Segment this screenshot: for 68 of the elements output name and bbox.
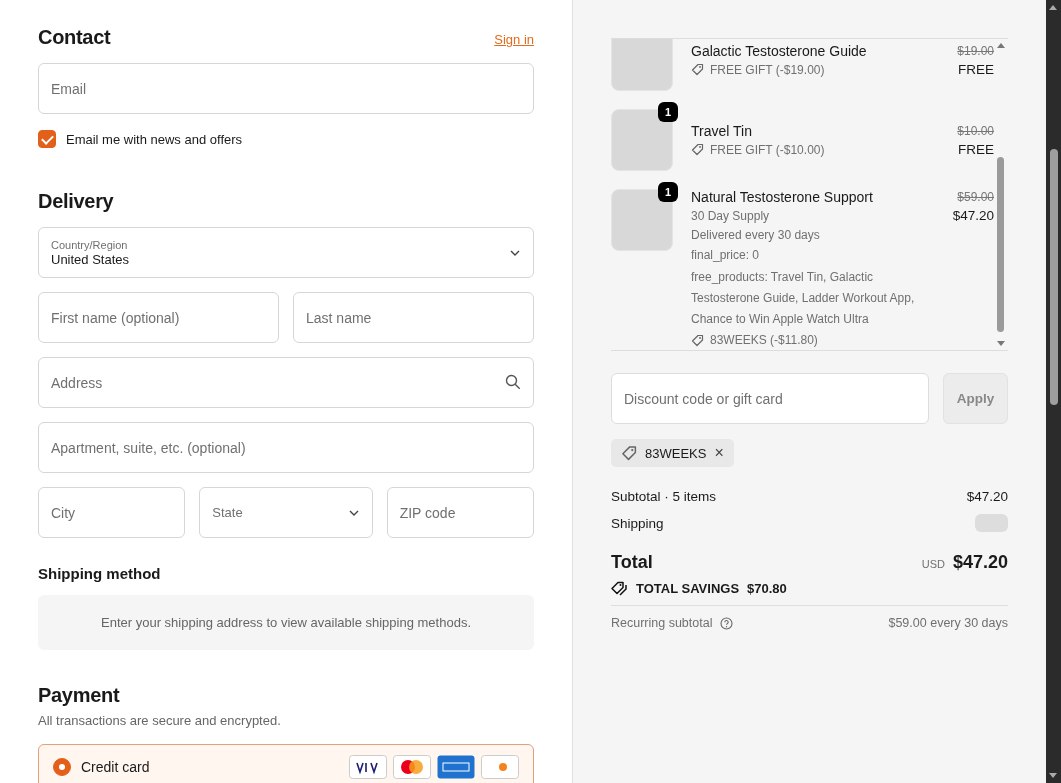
field-label: Country/Region bbox=[51, 238, 129, 251]
scrollbar[interactable] bbox=[1046, 0, 1061, 783]
product-name: Galactic Testosterone Guide bbox=[691, 41, 868, 60]
input-field[interactable]: Address bbox=[38, 357, 534, 408]
price: FREE bbox=[957, 61, 994, 77]
product-detail: Delivered every 30 days bbox=[691, 227, 821, 244]
tags-icon bbox=[611, 581, 628, 596]
tag-icon bbox=[691, 333, 704, 347]
price: FREE bbox=[957, 141, 994, 157]
product-property: final_price: 0 bbox=[691, 247, 761, 264]
savings-label: TOTAL SAVINGS bbox=[636, 581, 740, 596]
total-label: Total bbox=[611, 552, 653, 573]
state-dropdown[interactable]: State bbox=[199, 487, 373, 538]
subtitle: All transactions are secure and encrypted. bbox=[38, 713, 282, 728]
checkbox-label: Email me with news and offers bbox=[66, 131, 243, 147]
subtotal-value: $47.20 bbox=[966, 489, 1008, 504]
search-icon bbox=[505, 374, 521, 390]
input-field[interactable]: Discount code or gift card bbox=[611, 373, 929, 424]
product-name: Natural Testosterone Support bbox=[691, 188, 874, 206]
tag-icon bbox=[691, 63, 704, 76]
option-label: Credit card bbox=[81, 759, 150, 775]
remove-button[interactable]: × bbox=[714, 445, 724, 461]
original-price: $19.00 bbox=[957, 43, 994, 58]
input-field[interactable]: Apartment, suite, etc. (optional) bbox=[38, 422, 534, 473]
section-heading: Delivery bbox=[38, 190, 115, 213]
savings-value: $70.80 bbox=[747, 581, 787, 596]
product-name: Travel Tin bbox=[691, 121, 753, 140]
info-message: Enter your shipping address to view available shipping methods. bbox=[38, 595, 534, 650]
radio-button[interactable] bbox=[53, 758, 71, 776]
input-field[interactable]: City bbox=[38, 487, 186, 538]
input-field[interactable]: ZIP code bbox=[386, 487, 534, 538]
input-field[interactable]: Last name bbox=[293, 292, 534, 343]
tag-icon bbox=[691, 143, 704, 156]
photo-placeholder bbox=[611, 189, 673, 251]
quantity-badge: 1 bbox=[658, 102, 678, 122]
product-property: free_products: Travel Tin, Galactic Testosterone Guide, Ladder Workout App, Chance to Win Apple Watch Ultra bbox=[691, 269, 916, 328]
section-heading: Contact bbox=[38, 26, 111, 49]
discount-code: 83WEEKS bbox=[645, 445, 707, 461]
card-logo-icon bbox=[393, 755, 431, 779]
payment-option[interactable]: Credit card bbox=[38, 744, 534, 783]
recurring-label: Recurring subtotal bbox=[611, 616, 713, 630]
loading-placeholder bbox=[975, 514, 1008, 532]
country-dropdown[interactable]: Country/Region United States bbox=[38, 227, 534, 278]
price: $47.20 bbox=[952, 208, 994, 223]
discount-text: FREE GIFT (-$19.00) bbox=[710, 61, 825, 79]
card-logo-icon bbox=[349, 755, 387, 779]
help-icon bbox=[720, 616, 734, 630]
original-price: $10.00 bbox=[957, 123, 994, 138]
photo-placeholder bbox=[611, 109, 673, 171]
card-logo-icon bbox=[481, 755, 519, 779]
section-heading: Shipping method bbox=[38, 565, 162, 582]
checkbox[interactable] bbox=[38, 130, 56, 148]
subtotal-label: Subtotal · 5 items bbox=[611, 489, 717, 504]
recurring-value: $59.00 every 30 days bbox=[888, 616, 1008, 630]
discount-text: FREE GIFT (-$10.00) bbox=[710, 141, 825, 159]
section-heading: Payment bbox=[38, 684, 121, 707]
total-value: $47.20 bbox=[952, 552, 1008, 573]
shipping-label: Shipping bbox=[611, 515, 664, 531]
input-field[interactable]: First name (optional) bbox=[38, 292, 279, 343]
product-detail: 30 Day Supply bbox=[691, 208, 771, 225]
input-field[interactable]: Email bbox=[38, 63, 534, 114]
field-value: United States bbox=[51, 251, 130, 267]
discount-text: 83WEEKS (-$11.80) bbox=[710, 332, 818, 349]
quantity-badge: 1 bbox=[658, 182, 678, 202]
original-price: $59.00 bbox=[956, 190, 994, 204]
card-logo-icon bbox=[437, 755, 475, 779]
tag-icon bbox=[621, 445, 637, 461]
currency: USD bbox=[921, 558, 945, 570]
